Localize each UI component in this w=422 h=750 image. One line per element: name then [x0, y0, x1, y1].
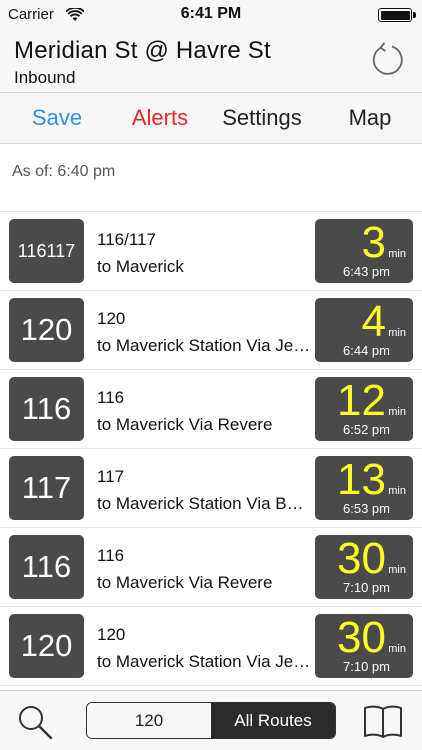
- prediction-row[interactable]: 116 116 to Maverick Via Revere 30 min 7:…: [0, 528, 422, 607]
- route-badge: 120: [9, 614, 84, 678]
- eta-arrival-time: 6:53 pm: [343, 501, 390, 516]
- route-number: 120: [97, 625, 126, 644]
- stop-name: Meridian St @ Havre St: [14, 37, 271, 64]
- direction-label: Inbound: [14, 68, 76, 87]
- battery-icon: [378, 8, 416, 22]
- eta-box: 4 min 6:44 pm: [315, 297, 413, 362]
- save-button[interactable]: Save: [0, 93, 114, 143]
- map-button[interactable]: Map: [318, 93, 422, 143]
- filter-all-routes-segment[interactable]: All Routes: [211, 703, 335, 738]
- eta-unit: min: [388, 248, 406, 260]
- eta-box: 30 min 7:10 pm: [315, 534, 413, 599]
- eta-box: 30 min 7:10 pm: [315, 613, 413, 678]
- refresh-icon[interactable]: [368, 40, 408, 80]
- route-number: 116: [97, 546, 125, 565]
- eta-unit: min: [388, 485, 406, 497]
- prediction-row[interactable]: 116117 116/117 to Maverick 3 min 6:43 pm: [0, 212, 422, 291]
- status-time: 6:41 PM: [180, 5, 242, 22]
- route-badge: 120: [9, 298, 84, 362]
- search-icon[interactable]: [16, 703, 54, 741]
- route-destination: to Maverick Station Via Jeffries Point: [97, 652, 311, 671]
- eta-minutes: 3: [361, 218, 386, 267]
- filter-route-segment[interactable]: 120: [87, 703, 211, 738]
- route-number: 120: [97, 309, 126, 328]
- route-destination: to Maverick Via Revere: [97, 415, 273, 434]
- eta-box: 13 min 6:53 pm: [315, 455, 413, 520]
- route-badge: 116: [9, 535, 84, 599]
- route-number: 116: [97, 388, 125, 407]
- prediction-row[interactable]: 120 120 to Maverick Station Via Jeffries…: [0, 607, 422, 686]
- prediction-row[interactable]: 120 120 to Maverick Station Via Jeffries…: [0, 291, 422, 370]
- settings-button[interactable]: Settings: [206, 93, 318, 143]
- prediction-row[interactable]: 116 116 to Maverick Via Revere 12 min 6:…: [0, 370, 422, 449]
- route-destination: to Maverick: [97, 257, 184, 276]
- eta-box: 12 min 6:52 pm: [315, 376, 413, 441]
- as-of-timestamp: As of: 6:40 pm: [12, 163, 116, 180]
- route-badge: 116117: [9, 219, 84, 283]
- route-number: 117: [97, 467, 125, 486]
- eta-arrival-time: 6:44 pm: [343, 343, 390, 358]
- eta-minutes: 30: [337, 613, 386, 662]
- eta-minutes: 30: [337, 534, 386, 583]
- eta-minutes: 4: [361, 297, 386, 346]
- eta-unit: min: [388, 643, 406, 655]
- prediction-row[interactable]: 117 117 to Maverick Station Via Beach St…: [0, 449, 422, 528]
- eta-unit: min: [388, 564, 406, 576]
- eta-unit: min: [388, 327, 406, 339]
- route-filter-segmented-control: 120 All Routes: [86, 702, 336, 739]
- eta-arrival-time: 7:10 pm: [343, 580, 390, 595]
- alerts-button[interactable]: Alerts: [114, 93, 206, 143]
- stop-header: Meridian St @ Havre St Inbound: [0, 30, 422, 92]
- status-bar: Carrier 6:41 PM: [0, 0, 422, 30]
- route-badge: 117: [9, 456, 84, 520]
- route-destination: to Maverick Station Via Beach St: [97, 494, 311, 513]
- bottom-bar: 120 All Routes: [0, 690, 422, 750]
- prediction-list: 116117 116/117 to Maverick 3 min 6:43 pm…: [0, 212, 422, 686]
- eta-box: 3 min 6:43 pm: [315, 218, 413, 283]
- route-destination: to Maverick Via Revere: [97, 573, 273, 592]
- route-number: 116/117: [97, 230, 156, 249]
- route-destination: to Maverick Station Via Jeffries Point: [97, 336, 311, 355]
- route-badge: 116: [9, 377, 84, 441]
- eta-arrival-time: 6:52 pm: [343, 422, 390, 437]
- eta-arrival-time: 7:10 pm: [343, 659, 390, 674]
- eta-minutes: 13: [337, 455, 386, 504]
- book-icon[interactable]: [362, 703, 404, 739]
- eta-minutes: 12: [337, 376, 386, 425]
- eta-unit: min: [388, 406, 406, 418]
- eta-arrival-time: 6:43 pm: [343, 264, 390, 279]
- action-toolbar: Save Alerts Settings Map: [0, 92, 422, 144]
